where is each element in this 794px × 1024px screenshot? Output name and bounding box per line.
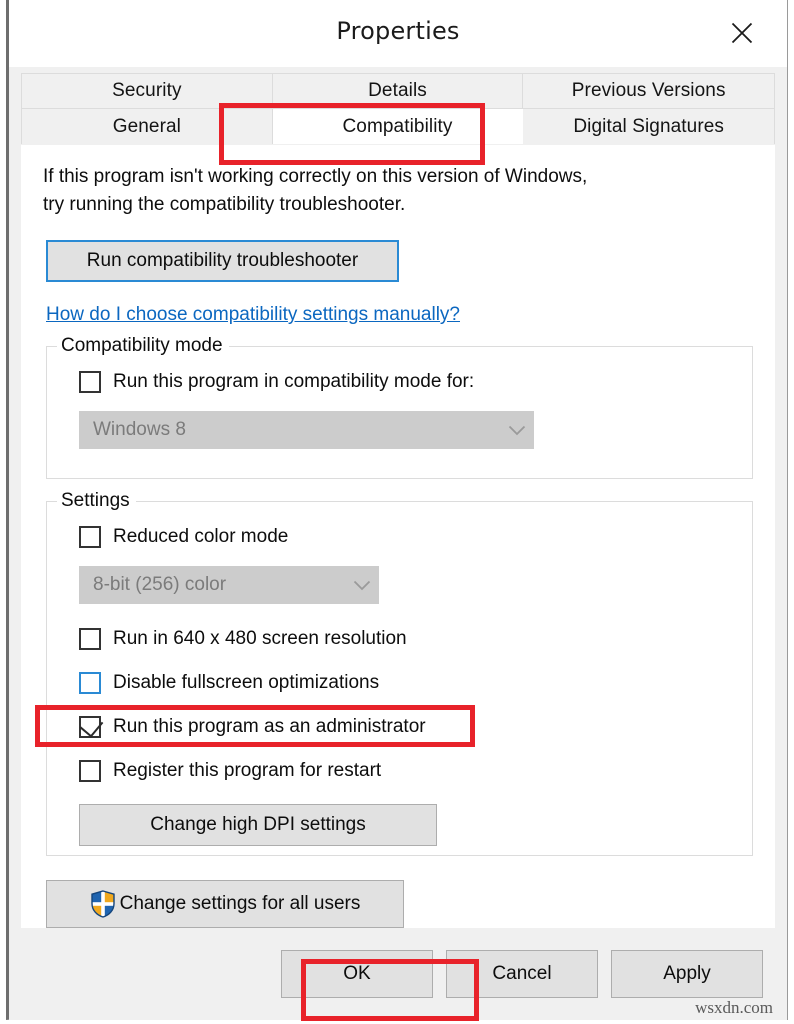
change-high-dpi-settings-button[interactable]: Change high DPI settings	[79, 804, 437, 847]
disable-fullscreen-label: Disable fullscreen optimizations	[113, 672, 380, 694]
tab-general[interactable]: General	[22, 109, 273, 144]
register-restart-checkbox[interactable]	[79, 760, 101, 783]
screen-resolution-label: Run in 640 x 480 screen resolution	[113, 628, 407, 650]
reduced-color-mode-checkbox[interactable]	[79, 526, 101, 549]
os-version-select[interactable]: Windows 8	[79, 411, 534, 450]
tab-digital-signatures[interactable]: Digital Signatures	[523, 109, 775, 144]
tab-rows: Security Details Previous Versions Gener…	[21, 73, 775, 144]
run-as-administrator-checkbox-row[interactable]: Run this program as an administrator	[79, 710, 736, 744]
compatibility-mode-checkbox[interactable]	[79, 371, 101, 394]
change-settings-for-all-users-button[interactable]: Change settings for all users	[46, 880, 404, 929]
title-bar: Properties	[9, 0, 787, 67]
watermark: wsxdn.com	[695, 998, 773, 1018]
uac-shield-icon	[90, 890, 116, 918]
screen-resolution-checkbox-row[interactable]: Run in 640 x 480 screen resolution	[79, 622, 736, 656]
compatibility-mode-group: Compatibility mode Run this program in c…	[46, 335, 753, 480]
color-depth-select-value: 8-bit (256) color	[93, 574, 227, 596]
window-title: Properties	[336, 17, 460, 45]
compatibility-help-link[interactable]: How do I choose compatibility settings m…	[46, 304, 460, 326]
compatibility-mode-group-title: Compatibility mode	[57, 335, 229, 358]
screenshot-root: Properties Security Details Previous Ver…	[0, 0, 794, 1024]
disable-fullscreen-checkbox-row[interactable]: Disable fullscreen optimizations	[79, 666, 736, 700]
os-version-select-value: Windows 8	[93, 419, 186, 441]
apply-button[interactable]: Apply	[611, 950, 763, 999]
compatibility-mode-checkbox-label: Run this program in compatibility mode f…	[113, 371, 475, 393]
cancel-button[interactable]: Cancel	[446, 950, 598, 999]
tab-row-1: Security Details Previous Versions	[22, 74, 775, 109]
settings-group: Settings Reduced color mode 8-bit (256) …	[46, 490, 753, 857]
properties-dialog: Properties Security Details Previous Ver…	[6, 0, 788, 1021]
register-restart-checkbox-row[interactable]: Register this program for restart	[79, 754, 736, 788]
run-as-administrator-checkbox[interactable]	[79, 713, 104, 739]
register-restart-label: Register this program for restart	[113, 760, 382, 782]
compatibility-mode-checkbox-row[interactable]: Run this program in compatibility mode f…	[79, 365, 736, 399]
disable-fullscreen-checkbox[interactable]	[79, 672, 101, 695]
tab-row-2: General Compatibility Digital Signatures	[22, 109, 775, 144]
tab-details[interactable]: Details	[272, 74, 524, 108]
screen-resolution-checkbox[interactable]	[79, 628, 101, 651]
checkmark-icon	[79, 713, 104, 738]
compatibility-page: If this program isn't working correctly …	[21, 145, 775, 929]
chevron-down-icon	[500, 425, 534, 436]
ok-button[interactable]: OK	[281, 950, 433, 999]
tab-compatibility[interactable]: Compatibility	[272, 109, 524, 144]
tab-security[interactable]: Security	[22, 74, 273, 108]
tab-strip: Security Details Previous Versions Gener…	[9, 67, 787, 145]
change-settings-for-all-users-label: Change settings for all users	[119, 893, 361, 915]
close-icon[interactable]	[719, 10, 765, 56]
chevron-down-icon	[345, 580, 379, 591]
dialog-footer: OK Cancel Apply wsxdn.com	[9, 928, 787, 1021]
run-as-administrator-label: Run this program as an administrator	[113, 716, 426, 738]
settings-group-title: Settings	[57, 490, 136, 513]
reduced-color-mode-checkbox-row[interactable]: Reduced color mode	[79, 520, 736, 554]
run-compatibility-troubleshooter-button[interactable]: Run compatibility troubleshooter	[46, 240, 399, 283]
intro-text: If this program isn't working correctly …	[43, 166, 588, 215]
tab-previous-versions[interactable]: Previous Versions	[523, 74, 775, 108]
color-depth-select[interactable]: 8-bit (256) color	[79, 566, 379, 605]
reduced-color-mode-label: Reduced color mode	[113, 526, 289, 548]
